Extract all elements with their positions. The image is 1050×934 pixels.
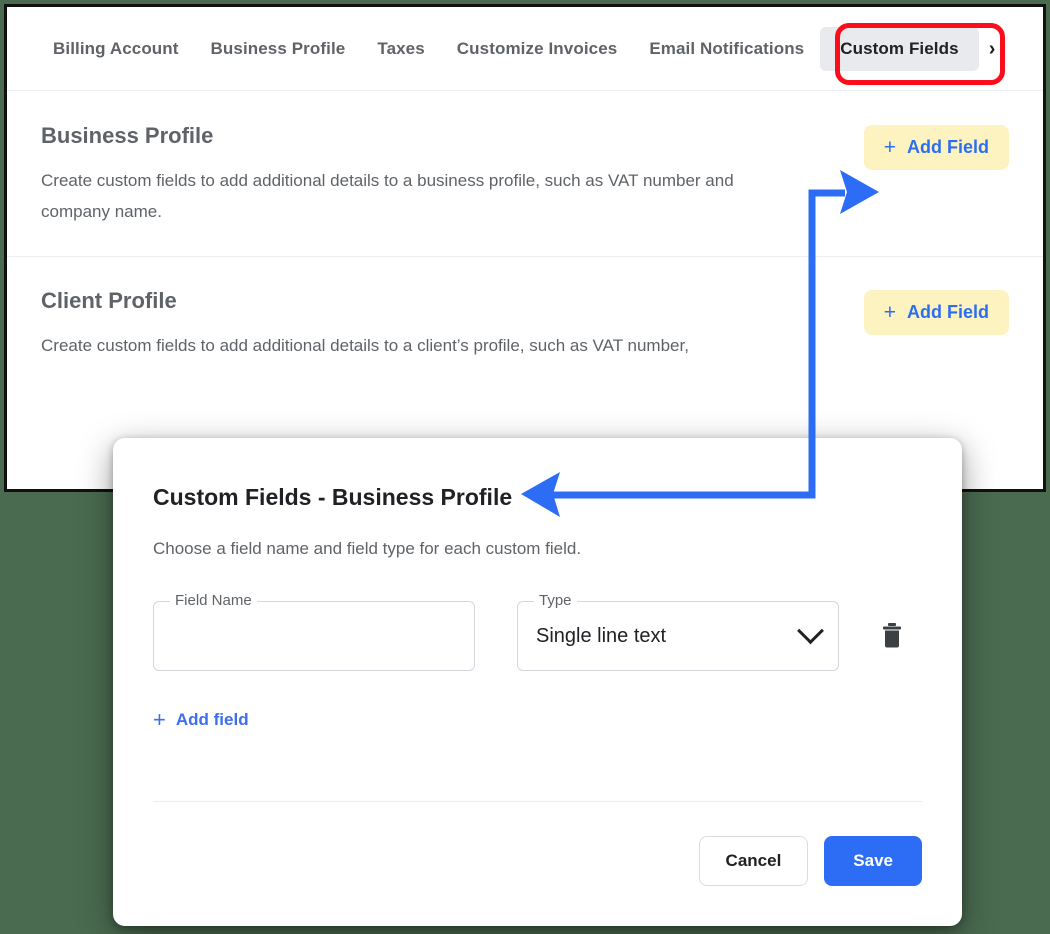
modal-action-bar: Cancel Save	[699, 836, 922, 886]
field-name-label: Field Name	[170, 593, 257, 608]
plus-icon: +	[884, 137, 896, 158]
plus-icon: +	[884, 302, 896, 323]
section-description-business-profile: Create custom fields to add additional d…	[41, 165, 801, 228]
settings-tab-bar: Billing Account Business Profile Taxes C…	[7, 7, 1043, 91]
add-field-button-client-profile[interactable]: + Add Field	[864, 290, 1009, 335]
add-field-link[interactable]: + Add field	[153, 709, 249, 731]
modal-subtitle: Choose a field name and field type for e…	[153, 539, 922, 559]
plus-icon: +	[153, 709, 166, 731]
add-field-button-business-profile[interactable]: + Add Field	[864, 125, 1009, 170]
tab-business-profile[interactable]: Business Profile	[195, 29, 362, 69]
modal-divider	[153, 801, 922, 802]
field-type-label: Type	[534, 593, 577, 608]
tab-taxes[interactable]: Taxes	[361, 29, 440, 69]
custom-fields-modal: Custom Fields - Business Profile Choose …	[113, 438, 962, 926]
section-description-client-profile: Create custom fields to add additional d…	[41, 330, 801, 361]
tab-customize-invoices[interactable]: Customize Invoices	[441, 29, 634, 69]
settings-page-panel: Billing Account Business Profile Taxes C…	[4, 4, 1046, 492]
tab-email-notifications[interactable]: Email Notifications	[633, 29, 820, 69]
add-field-button-label: Add Field	[907, 302, 989, 323]
section-business-profile: Business Profile Create custom fields to…	[7, 91, 1043, 256]
delete-field-icon[interactable]	[881, 623, 903, 649]
custom-field-row: Field Name Type Single line text	[153, 601, 922, 671]
cancel-button[interactable]: Cancel	[699, 836, 809, 886]
tab-scroll-next-icon[interactable]: ›	[989, 38, 996, 61]
field-type-value: Single line text	[536, 625, 666, 648]
field-name-input-wrapper[interactable]: Field Name	[153, 601, 475, 671]
field-name-input[interactable]	[172, 624, 456, 649]
modal-title: Custom Fields - Business Profile	[153, 484, 922, 511]
tab-custom-fields[interactable]: Custom Fields	[820, 27, 978, 71]
tab-billing-account[interactable]: Billing Account	[37, 29, 195, 69]
add-field-button-label: Add Field	[907, 137, 989, 158]
field-type-select[interactable]: Type Single line text	[517, 601, 839, 671]
add-field-link-label: Add field	[176, 710, 249, 730]
save-button[interactable]: Save	[824, 836, 922, 886]
chevron-down-icon[interactable]	[797, 617, 824, 644]
section-client-profile: Client Profile Create custom fields to a…	[7, 256, 1043, 389]
